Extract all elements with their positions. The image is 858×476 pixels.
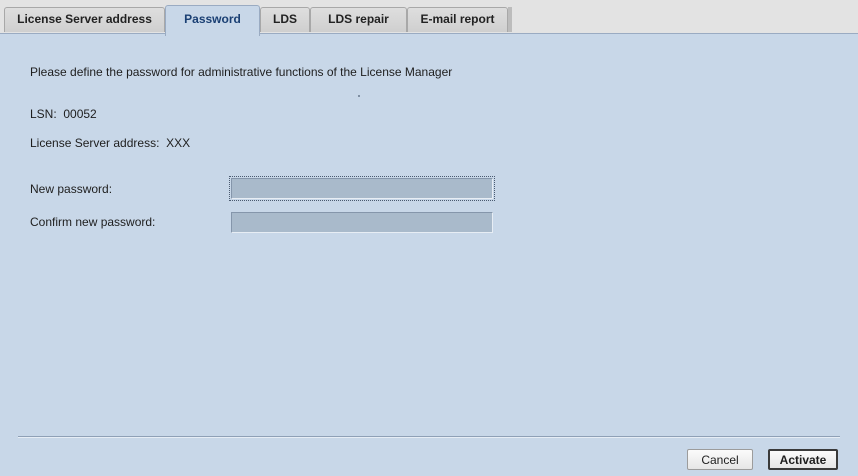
tab-bar-end-cap bbox=[508, 7, 512, 32]
tab-bar: License Server address Password LDS LDS … bbox=[0, 0, 858, 36]
cancel-button[interactable]: Cancel bbox=[687, 449, 753, 470]
tab-password[interactable]: Password bbox=[165, 5, 260, 36]
password-panel: Please define the password for administr… bbox=[0, 34, 858, 476]
license-manager-window: License Server address Password LDS LDS … bbox=[0, 0, 858, 476]
activate-button[interactable]: Activate bbox=[768, 449, 838, 470]
confirm-password-label: Confirm new password: bbox=[30, 215, 156, 229]
stray-dot bbox=[358, 95, 360, 97]
tab-lds[interactable]: LDS bbox=[260, 7, 310, 32]
tab-license-server-address[interactable]: License Server address bbox=[4, 7, 165, 32]
instruction-text: Please define the password for administr… bbox=[30, 65, 453, 79]
tab-bar-divider bbox=[0, 33, 858, 34]
new-password-label: New password: bbox=[30, 182, 113, 196]
confirm-password-field[interactable] bbox=[231, 212, 493, 233]
tab-lds-repair[interactable]: LDS repair bbox=[310, 7, 407, 32]
footer-separator bbox=[18, 436, 840, 438]
server-address-text: License Server address: XXX bbox=[30, 136, 191, 150]
new-password-field[interactable] bbox=[229, 176, 495, 201]
lsn-text: LSN: 00052 bbox=[30, 107, 97, 121]
tab-email-report[interactable]: E-mail report bbox=[407, 7, 508, 32]
